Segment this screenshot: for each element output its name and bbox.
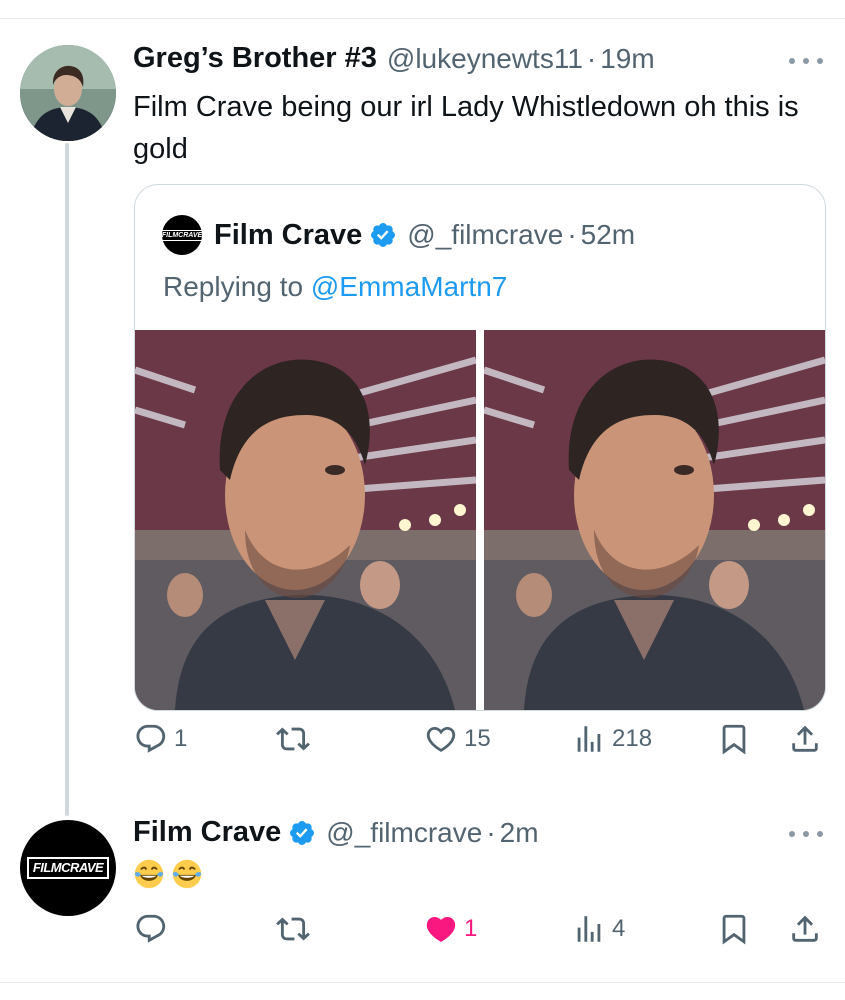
tweet2-share-button[interactable]	[788, 912, 822, 946]
reply-icon	[136, 914, 166, 943]
photo-image	[484, 330, 825, 710]
like-filled-icon	[426, 916, 456, 942]
retweet-icon	[276, 727, 310, 751]
tweet2-action-bar: 1 4	[134, 912, 824, 962]
views-icon	[577, 726, 601, 752]
top-divider	[0, 18, 845, 19]
share-icon	[792, 915, 818, 942]
face-with-tears-of-joy-icon	[172, 859, 202, 889]
quoted-tweet-card[interactable]: FILMCRAVE Film Crave @_filmcrave · 52m R…	[134, 184, 826, 711]
tweet1-more-icon[interactable]	[789, 56, 823, 66]
tweet1-retweet-button[interactable]	[276, 722, 316, 756]
retweet-icon	[276, 917, 310, 941]
tweet1-separator: ·	[586, 42, 597, 74]
tweet1-reply-count: 1	[174, 725, 188, 752]
views-icon	[577, 916, 601, 942]
tweet1-author-name[interactable]: Greg’s Brother #3	[133, 42, 377, 75]
avatar-portrait	[20, 45, 116, 141]
tweet1-reply-button[interactable]: 1	[134, 722, 187, 756]
photo-image	[135, 330, 476, 710]
tweet2-views-count: 4	[612, 915, 626, 942]
like-icon	[426, 726, 456, 752]
tweet1-share-button[interactable]	[788, 722, 822, 756]
tweet2-text	[133, 858, 203, 890]
tweet1-bookmark-button[interactable]	[717, 722, 751, 756]
tweet1-text: Film Crave being our irl Lady Whistledow…	[133, 91, 799, 165]
quote-author-name: Film Crave	[214, 218, 363, 251]
verified-badge-icon	[290, 820, 315, 845]
tweet1-action-bar: 1 15 218	[134, 722, 824, 772]
tweet2-header: Film Crave @_filmcrave · 2m	[133, 816, 539, 849]
avatar-filmcrave[interactable]: FILMCRAVE	[20, 820, 116, 916]
tweet1-like-count: 15	[464, 725, 491, 752]
replying-handle-link[interactable]: @EmmaMartn7	[311, 271, 507, 302]
tweet2-author-name[interactable]: Film Crave	[133, 816, 281, 849]
tweet2-separator: ·	[486, 816, 496, 848]
quote-handle: @_filmcrave	[407, 219, 564, 250]
tweet2-reply-button[interactable]	[134, 912, 174, 946]
quote-avatar-filmcrave: FILMCRAVE	[158, 215, 206, 255]
quote-header: FILMCRAVE Film Crave @_filmcrave · 52m	[158, 215, 636, 255]
thread-connector-line	[65, 143, 69, 816]
bookmark-icon	[722, 724, 746, 755]
quote-time: 52m	[580, 219, 636, 250]
quote-photo-2[interactable]	[484, 330, 825, 710]
bottom-divider	[0, 982, 845, 983]
tweet2-retweet-button[interactable]	[276, 912, 316, 946]
tweet1-like-button[interactable]: 15	[424, 722, 491, 756]
tweet2-views-button[interactable]: 4	[572, 912, 625, 946]
tweet1-time[interactable]: 19m	[600, 43, 654, 75]
quote-photo-1[interactable]	[135, 330, 476, 710]
reply-icon	[136, 724, 166, 753]
tweet1-views-button[interactable]: 218	[572, 722, 652, 756]
tweet1-views-count: 218	[612, 725, 653, 752]
tweet2-bookmark-button[interactable]	[717, 912, 751, 946]
quote-avatar-logo-text: FILMCRAVE	[158, 229, 206, 241]
share-icon	[792, 725, 818, 752]
filmcrave-logo: FILMCRAVE	[26, 857, 110, 879]
tweet1-header: Greg’s Brother #3 @lukeynewts11 · 19m	[133, 42, 655, 75]
face-with-tears-of-joy-icon	[134, 859, 164, 889]
tweet2-time[interactable]: 2m	[500, 817, 539, 849]
quote-separator: ·	[567, 219, 577, 250]
verified-badge-icon	[371, 223, 396, 247]
avatar-lukeynewts11[interactable]	[20, 45, 116, 141]
tweet2-like-count: 1	[464, 915, 478, 942]
tweet2-more-icon[interactable]	[789, 829, 823, 839]
tweet2-handle[interactable]: @_filmcrave	[326, 817, 482, 849]
replying-prefix: Replying to	[163, 271, 304, 302]
tweet2-like-button[interactable]: 1	[424, 912, 477, 946]
quote-replying-to: Replying to @EmmaMartn7	[163, 271, 507, 303]
tweet1-handle[interactable]: @lukeynewts11	[387, 43, 583, 75]
bookmark-icon	[722, 914, 746, 945]
